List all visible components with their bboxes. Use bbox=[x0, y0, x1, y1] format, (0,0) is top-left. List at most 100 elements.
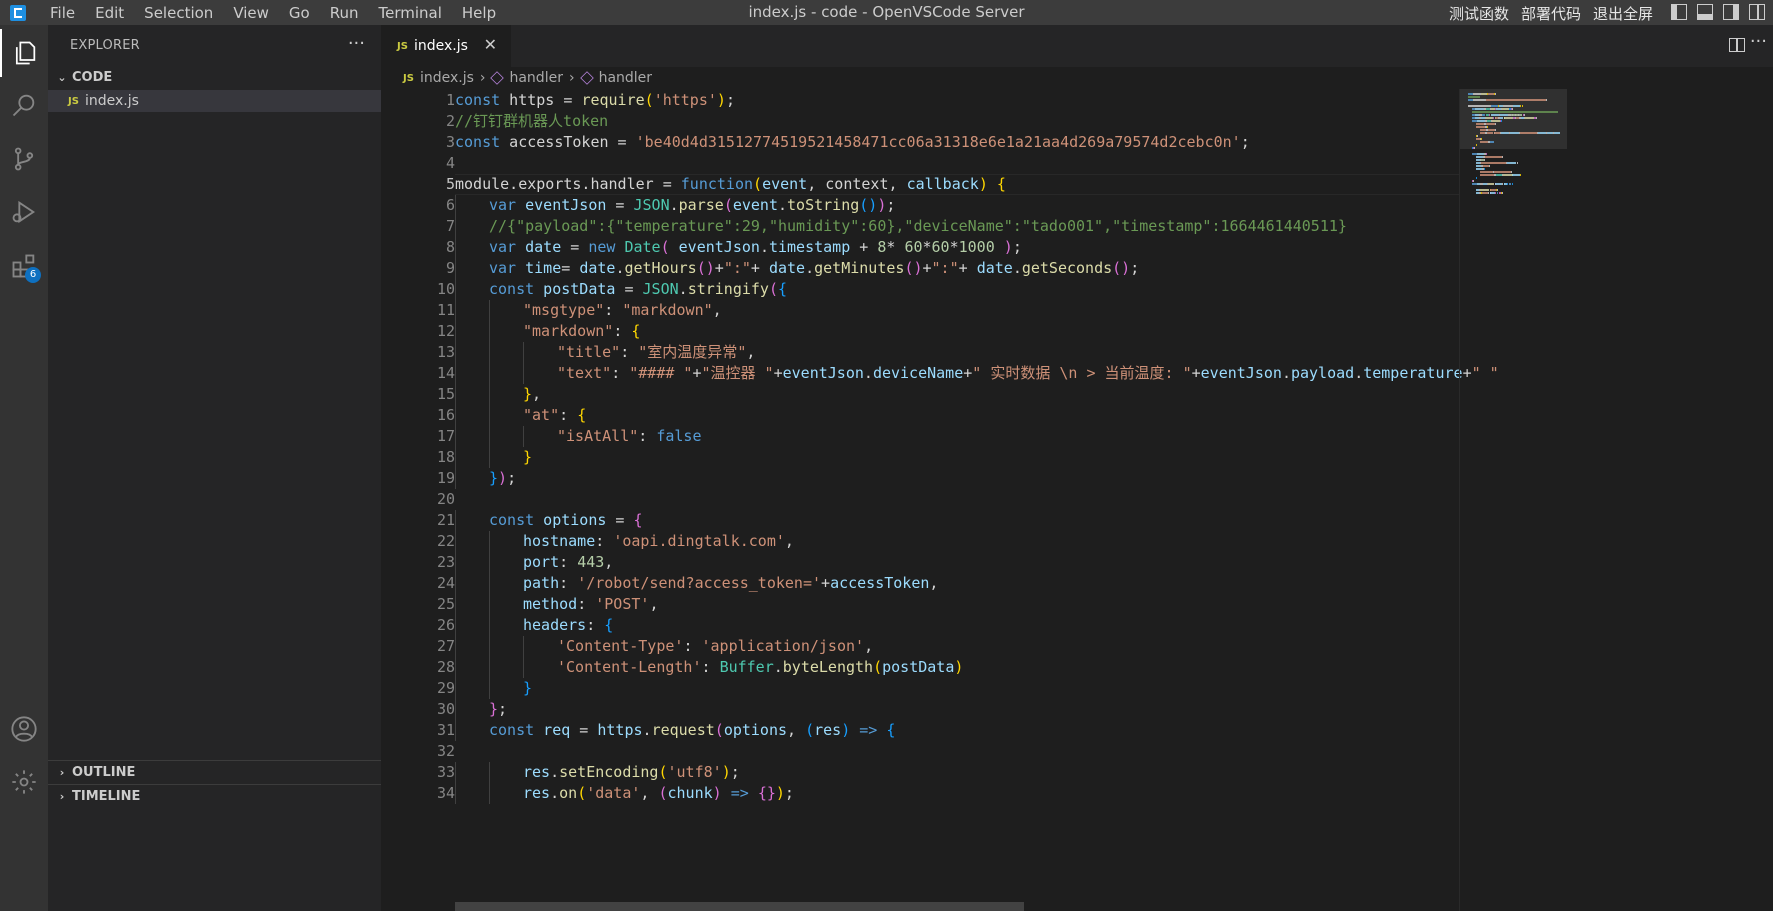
code-token: "#### " bbox=[629, 364, 693, 382]
code-token: postData bbox=[882, 658, 955, 676]
indent-guide bbox=[455, 321, 456, 342]
folder-code-section[interactable]: ⌄ CODE bbox=[48, 66, 381, 88]
split-editor-icon[interactable] bbox=[1729, 38, 1745, 52]
code-token: ( bbox=[658, 763, 668, 781]
minimap-token bbox=[1496, 189, 1498, 191]
tab-index-js[interactable]: JS index.js ✕ bbox=[381, 25, 511, 67]
menu-go[interactable]: Go bbox=[289, 4, 310, 22]
horizontal-scrollbar-thumb[interactable] bbox=[455, 902, 1024, 911]
minimap[interactable] bbox=[1459, 89, 1568, 911]
minimap-token bbox=[1480, 141, 1489, 143]
indent-guide bbox=[455, 636, 456, 657]
code-token: , bbox=[604, 553, 614, 571]
account-icon[interactable] bbox=[0, 705, 48, 753]
code-token: "text" bbox=[557, 364, 612, 382]
indent-guide bbox=[455, 300, 456, 321]
indent-guide bbox=[455, 783, 456, 804]
search-icon[interactable] bbox=[0, 81, 48, 129]
code-token: "markdown" bbox=[523, 322, 614, 340]
file-item-index-js[interactable]: JS index.js bbox=[48, 90, 381, 112]
minimap-token bbox=[1500, 132, 1509, 134]
indent-guide bbox=[455, 258, 456, 279]
timeline-section[interactable]: › TIMELINE bbox=[48, 785, 381, 807]
line-number: 5 bbox=[445, 175, 455, 193]
explorer-icon[interactable] bbox=[0, 29, 48, 77]
code-token: 'application/json' bbox=[701, 637, 865, 655]
code-text: }; bbox=[489, 699, 507, 720]
source-control-icon[interactable] bbox=[0, 135, 48, 183]
code-token: new bbox=[588, 238, 616, 256]
code-token: { bbox=[778, 280, 788, 298]
folder-name: CODE bbox=[72, 69, 113, 85]
menu-help[interactable]: Help bbox=[462, 4, 496, 22]
breadcrumb-file[interactable]: index.js bbox=[420, 70, 474, 86]
code-token: + bbox=[850, 238, 878, 256]
code-text: const postData = JSON.stringify({ bbox=[489, 279, 787, 300]
file-name: index.js bbox=[84, 93, 139, 109]
more-actions-icon[interactable]: ··· bbox=[1750, 31, 1767, 52]
customize-layout-icon[interactable] bbox=[1749, 4, 1765, 20]
indent-guide bbox=[455, 678, 456, 699]
deploy-code-button[interactable]: 部署代码 bbox=[1521, 3, 1581, 24]
code-token: . bbox=[1281, 364, 1291, 382]
vertical-scrollbar[interactable] bbox=[1567, 89, 1573, 911]
minimap-slider[interactable] bbox=[1460, 89, 1568, 149]
line-number: 11 bbox=[436, 301, 455, 319]
indent-guide bbox=[455, 720, 456, 741]
code-token: , bbox=[864, 637, 874, 655]
code-token: : bbox=[620, 343, 639, 361]
code-token: 'data' bbox=[586, 784, 641, 802]
app-logo-icon[interactable] bbox=[10, 4, 26, 21]
code-token: = bbox=[561, 238, 589, 256]
code-token: stringify bbox=[687, 280, 769, 298]
minimap-token bbox=[1495, 93, 1496, 95]
menu-file[interactable]: File bbox=[50, 4, 75, 22]
code-token: const bbox=[489, 280, 535, 298]
minimap-token bbox=[1506, 162, 1517, 164]
outline-section[interactable]: › OUTLINE bbox=[48, 761, 381, 783]
code-token: : bbox=[613, 322, 632, 340]
minimap-token bbox=[1488, 165, 1490, 167]
code-token: . bbox=[550, 763, 560, 781]
line-number: 12 bbox=[436, 322, 455, 340]
test-function-button[interactable]: 测试函数 bbox=[1449, 3, 1509, 24]
line-number: 23 bbox=[436, 553, 455, 571]
explorer-more-actions-icon[interactable]: ··· bbox=[348, 33, 365, 54]
breadcrumb: JS index.js › handler › handler bbox=[381, 67, 1773, 89]
close-tab-icon[interactable]: ✕ bbox=[484, 35, 497, 54]
breadcrumb-symbol[interactable]: handler bbox=[509, 70, 562, 86]
code-text: "msgtype": "markdown", bbox=[523, 300, 722, 321]
menu-view[interactable]: View bbox=[233, 4, 269, 22]
exit-fullscreen-button[interactable]: 退出全屏 bbox=[1593, 3, 1653, 24]
menu-edit[interactable]: Edit bbox=[95, 4, 124, 22]
indent-guide bbox=[489, 363, 490, 384]
menu-run[interactable]: Run bbox=[330, 4, 359, 22]
code-token: ( bbox=[753, 175, 763, 193]
code-token: JSON bbox=[633, 196, 670, 214]
menu-selection[interactable]: Selection bbox=[144, 4, 213, 22]
settings-gear-icon[interactable] bbox=[0, 758, 48, 806]
run-debug-icon[interactable] bbox=[0, 188, 48, 236]
code-text: res.on('data', (chunk) => {}); bbox=[523, 783, 794, 804]
code-token: ; bbox=[1012, 238, 1022, 256]
editor-tab-bar: JS index.js ✕ ··· bbox=[381, 25, 1773, 67]
indent-guide bbox=[489, 594, 490, 615]
minimap-token bbox=[1519, 174, 1521, 176]
code-token: '/robot/send?access_token=' bbox=[577, 574, 822, 592]
minimap-token bbox=[1553, 132, 1560, 134]
code-text: port: 443, bbox=[523, 552, 613, 573]
toggle-secondary-sidebar-icon[interactable] bbox=[1723, 4, 1739, 20]
code-token: : bbox=[701, 658, 720, 676]
extensions-icon[interactable]: 6 bbox=[0, 242, 48, 290]
line-number: 14 bbox=[436, 364, 455, 382]
toggle-primary-sidebar-icon[interactable] bbox=[1671, 4, 1687, 20]
minimap-token bbox=[1472, 93, 1481, 95]
minimap-token bbox=[1502, 174, 1512, 176]
menu-terminal[interactable]: Terminal bbox=[379, 4, 442, 22]
breadcrumb-symbol[interactable]: handler bbox=[599, 70, 652, 86]
toggle-panel-icon[interactable] bbox=[1697, 4, 1713, 20]
minimap-token bbox=[1513, 105, 1521, 107]
indent-guide bbox=[489, 783, 490, 804]
code-token: toString bbox=[787, 196, 860, 214]
